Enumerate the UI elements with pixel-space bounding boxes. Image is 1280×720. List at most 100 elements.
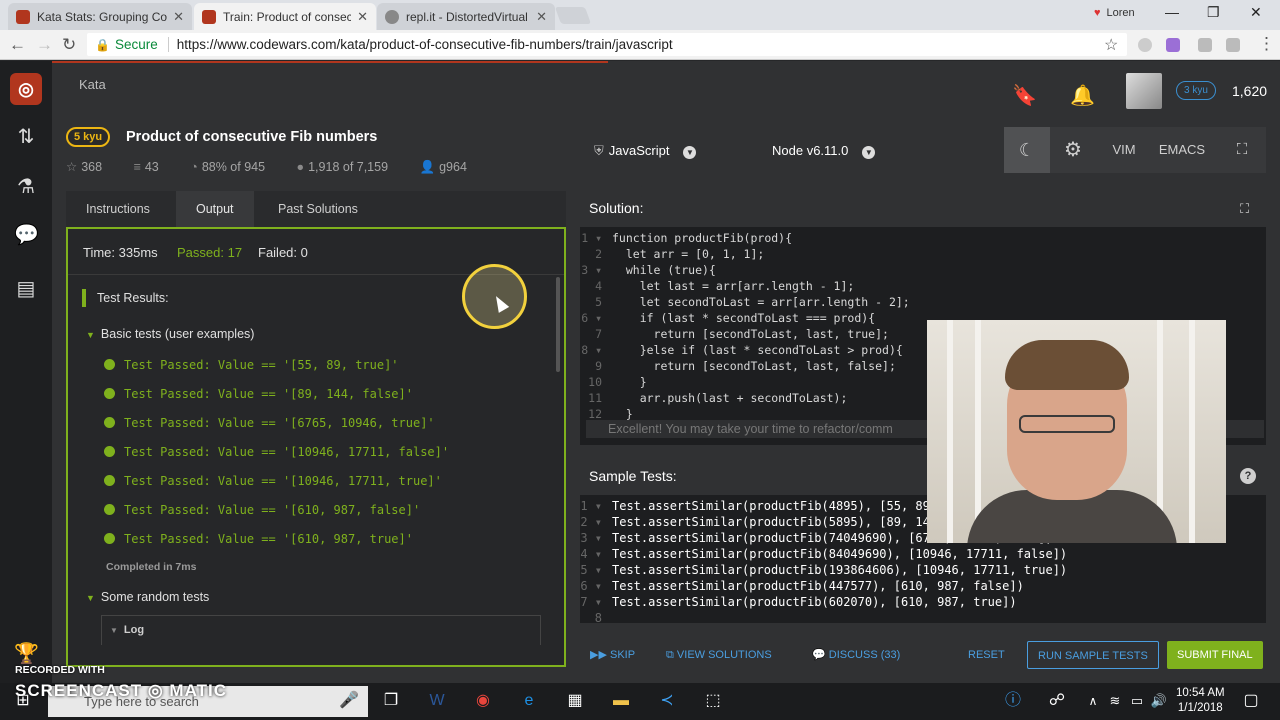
stars-count: 368	[81, 160, 103, 174]
person-hair	[1005, 340, 1129, 390]
snipping-tool-icon[interactable]: ⬚	[702, 690, 724, 712]
vim-toggle[interactable]: VIM	[1102, 127, 1146, 173]
kata-stats: ☆ 368 ≡ 43 ◔ 88% of 945 ● 1,918 of 7,159 👤 g9…	[66, 159, 495, 175]
tray-app-icon[interactable]: ⓘ	[1002, 690, 1024, 712]
sidebar-train-icon[interactable]: ⇅	[14, 125, 38, 149]
comment-icon: 💬	[812, 649, 829, 661]
discuss-button[interactable]: 💬 DISCUSS (33)	[802, 641, 910, 669]
task-view-icon[interactable]: ❐	[380, 690, 402, 712]
collections-count: 43	[144, 160, 159, 174]
notification-bell-icon[interactable]: 🔔	[1070, 83, 1095, 108]
skip-button[interactable]: ▶▶ SKIP	[580, 641, 645, 669]
fullscreen-icon[interactable]: ⛶	[1226, 127, 1258, 173]
help-icon[interactable]: ?	[1240, 468, 1256, 484]
reset-button[interactable]: RESET	[958, 641, 1015, 669]
microphone-icon[interactable]: 🎤	[338, 690, 360, 712]
expand-icon[interactable]: ⛶	[1240, 201, 1249, 217]
emacs-toggle[interactable]: EMACS	[1152, 127, 1212, 173]
test-group-basic[interactable]: ▼ Basic tests (user examples)	[86, 327, 254, 341]
caret-down-icon: ▼	[86, 330, 95, 340]
sidebar-discuss-icon[interactable]: 💬	[14, 223, 39, 247]
submit-final-button[interactable]: SUBMIT FINAL	[1167, 641, 1263, 669]
test-result: Test Passed: Value == '[610, 987, false]…	[104, 503, 420, 517]
extension-icon[interactable]	[1166, 38, 1180, 52]
clock-date: 1/1/2018	[1177, 702, 1223, 714]
tab-output[interactable]: Output	[176, 191, 254, 227]
file-explorer-icon[interactable]: ▬	[610, 690, 632, 712]
stars-stat[interactable]: ☆ 368	[66, 160, 116, 174]
author-stat[interactable]: 👤 g964	[420, 160, 481, 174]
close-icon[interactable]: ✕	[357, 9, 368, 25]
sample-line: 8	[594, 611, 602, 623]
calculator-icon[interactable]: ▦	[564, 690, 586, 712]
scrollbar[interactable]	[556, 277, 560, 372]
kata-rank-badge: 5 kyu	[66, 127, 111, 147]
word-icon[interactable]: W	[426, 690, 448, 712]
extension-icon[interactable]	[1226, 38, 1240, 52]
log-box[interactable]: ▼ Log	[101, 615, 541, 645]
tab-past-solutions[interactable]: Past Solutions	[258, 191, 378, 227]
blind-slat	[947, 320, 953, 543]
test-text: Test Passed: Value == '[610, 987, true]'	[124, 532, 413, 546]
battery-icon[interactable]: ▭	[1126, 690, 1148, 712]
watermark-recorded: RECORDED WITH	[15, 664, 105, 676]
reload-icon[interactable]: ↻	[62, 35, 76, 55]
taskbar-clock[interactable]: 10:54 AM 1/1/2018	[1176, 686, 1225, 716]
browser-tab-replit[interactable]: repl.it - DistortedVirtual ✕	[377, 3, 555, 30]
codewars-favicon-icon	[202, 9, 216, 24]
browser-tab-train[interactable]: Train: Product of consec ✕	[194, 3, 376, 30]
extension-icon[interactable]	[1138, 38, 1152, 52]
back-arrow-icon[interactable]: ←	[9, 35, 26, 55]
code-line: 4 let last = arr[arr.length - 1];	[595, 279, 855, 293]
action-center-icon[interactable]: ▢	[1240, 690, 1262, 712]
view-solutions-button[interactable]: ⧉ VIEW SOLUTIONS	[656, 641, 782, 669]
breadcrumb[interactable]: Kata	[79, 77, 106, 92]
vscode-icon[interactable]: ≺	[656, 690, 678, 712]
tab-instructions[interactable]: Instructions	[66, 191, 170, 227]
close-icon[interactable]: ✕	[173, 9, 184, 25]
extension-icon[interactable]	[1198, 38, 1212, 52]
tray-chevron-icon[interactable]: ∧	[1082, 690, 1104, 712]
url-text: https://www.codewars.com/kata/product-of…	[176, 37, 673, 52]
bookmark-star-icon[interactable]: ☆	[1104, 35, 1118, 55]
close-window-icon[interactable]: ✕	[1250, 4, 1262, 21]
caret-down-icon: ▼	[110, 626, 118, 635]
collections-stat[interactable]: ≡ 43	[134, 160, 173, 174]
address-bar[interactable]: 🔒 Secure https://www.codewars.com/kata/p…	[87, 33, 1127, 56]
blind-slat	[1189, 320, 1195, 543]
chrome-icon[interactable]: ◉	[472, 690, 494, 712]
sample-line: 4 ▾ Test.assertSimilar(productFib(8404969…	[580, 547, 1068, 561]
sidebar: ◎ ⇅ ⚗ 💬 ▤ 🏆	[0, 61, 52, 683]
close-icon[interactable]: ✕	[536, 9, 547, 25]
codewars-logo-icon[interactable]: ◎	[10, 73, 42, 105]
author-name: g964	[439, 160, 467, 174]
wifi-icon[interactable]: ≋	[1104, 690, 1126, 712]
trophy-icon[interactable]: 🏆	[14, 641, 39, 666]
test-group-random[interactable]: ▼ Some random tests	[86, 590, 209, 604]
watermark-brand-part1: SCREENCAST	[15, 681, 143, 700]
bookmark-icon[interactable]: 🔖	[1012, 83, 1037, 108]
sidebar-practice-icon[interactable]: ⚗	[14, 175, 38, 199]
runtime-select[interactable]: Node v6.11.0 ▼	[772, 143, 876, 159]
edge-icon[interactable]: e	[518, 690, 540, 712]
people-icon[interactable]: ☍	[1046, 690, 1068, 712]
editor-selectors: ⛨ JavaScript ▼ Node v6.11.0 ▼	[580, 135, 1000, 169]
new-tab-button[interactable]	[554, 7, 592, 24]
avatar[interactable]	[1126, 73, 1162, 109]
test-result: Test Passed: Value == '[89, 144, false]'	[104, 387, 413, 401]
volume-icon[interactable]: 🔊	[1148, 690, 1170, 712]
minimize-icon[interactable]: —	[1165, 4, 1179, 20]
language-select[interactable]: ⛨ JavaScript ▼	[594, 143, 697, 159]
check-icon	[104, 388, 115, 399]
run-sample-tests-button[interactable]: RUN SAMPLE TESTS	[1027, 641, 1159, 669]
test-text: Test Passed: Value == '[89, 144, false]'	[124, 387, 413, 401]
browser-tab-kata-stats[interactable]: Kata Stats: Grouping Co ✕	[8, 3, 192, 30]
sidebar-docs-icon[interactable]: ▤	[14, 277, 38, 301]
browser-toolbar: ← → ↻ 🔒 Secure https://www.codewars.com/…	[0, 30, 1280, 60]
profile-chip[interactable]: ♥ Loren	[1094, 7, 1135, 19]
forward-arrow-icon[interactable]: →	[36, 35, 53, 55]
settings-gear-icon[interactable]: ⚙	[1050, 127, 1096, 173]
menu-kebab-icon[interactable]: ⋮	[1258, 34, 1275, 54]
restore-icon[interactable]: ❐	[1207, 4, 1220, 21]
dark-mode-icon[interactable]: ☾	[1004, 127, 1050, 173]
